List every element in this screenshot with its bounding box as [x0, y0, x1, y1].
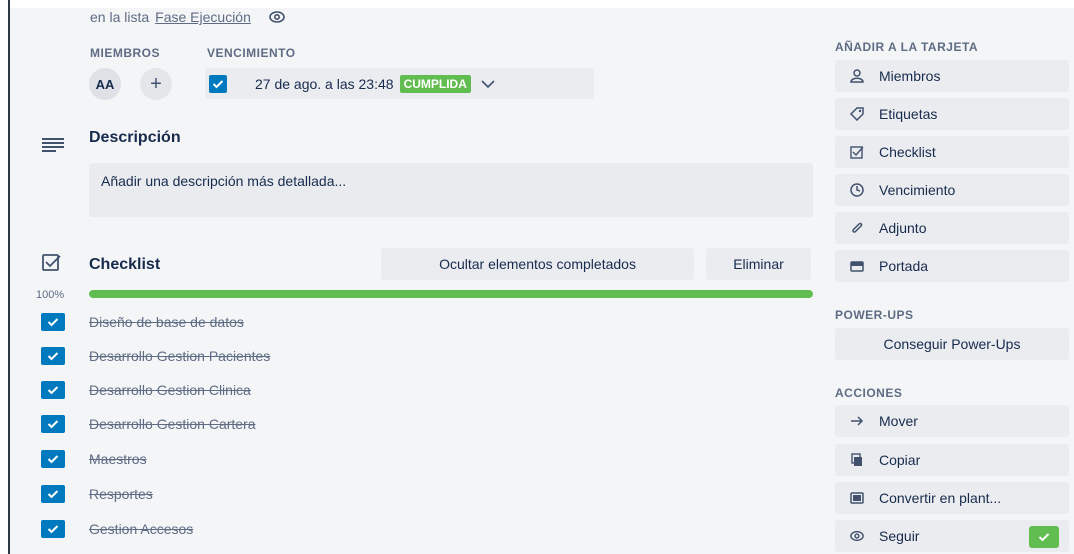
- item-text[interactable]: Diseño de base de datos: [89, 314, 244, 330]
- status-badge: CUMPLIDA: [399, 74, 471, 93]
- item-text[interactable]: Desarrollo Gestion Pacientes: [89, 348, 270, 364]
- checklist-item: Diseño de base de datos: [41, 312, 244, 332]
- check-icon: [47, 386, 59, 395]
- sidebar-button-label: Checklist: [879, 144, 936, 160]
- item-text[interactable]: Desarrollo Gestion Clinica: [89, 382, 251, 398]
- checklist-item: Gestion Accesos: [41, 519, 193, 539]
- powerups-title: POWER-UPS: [835, 308, 914, 322]
- check-icon: [212, 79, 224, 88]
- watching-eye-icon: [267, 10, 287, 24]
- tag-icon: [849, 106, 865, 122]
- due-label: VENCIMIENTO: [207, 46, 296, 60]
- sidebar-button-label: Etiquetas: [879, 106, 938, 122]
- checklist-item: Desarrollo Gestion Pacientes: [41, 346, 270, 366]
- add-member-button[interactable]: +: [140, 68, 172, 100]
- sidebar-button-checklist[interactable]: Checklist: [835, 136, 1069, 168]
- sidebar-button-adjunto[interactable]: Adjunto: [835, 212, 1069, 244]
- description-input[interactable]: Añadir una descripción más detallada...: [89, 163, 813, 217]
- description-icon: [42, 138, 64, 157]
- sidebar-button-vencimiento[interactable]: Vencimiento: [835, 174, 1069, 206]
- get-powerups-button[interactable]: Conseguir Power-Ups: [835, 328, 1069, 360]
- in-list-prefix: en la lista: [90, 9, 150, 25]
- item-text[interactable]: Gestion Accesos: [89, 521, 193, 537]
- members-label: MIEMBROS: [90, 46, 160, 60]
- top-edge: [0, 0, 1074, 8]
- description-title: Descripción: [89, 129, 181, 146]
- check-icon: [47, 525, 59, 534]
- item-checkbox[interactable]: [41, 415, 65, 433]
- item-checkbox[interactable]: [41, 313, 65, 331]
- check-icon: [47, 420, 59, 429]
- action-button-copiar[interactable]: Copiar: [835, 444, 1069, 476]
- checklist-item: Desarrollo Gestion Clinica: [41, 380, 251, 400]
- action-button-seguir[interactable]: Seguir: [835, 520, 1069, 552]
- checklist-item: Resportes: [41, 484, 153, 504]
- person-icon: [849, 68, 865, 84]
- cover-icon: [849, 258, 865, 274]
- item-checkbox[interactable]: [41, 520, 65, 538]
- sidebar-button-label: Miembros: [879, 68, 941, 84]
- item-checkbox[interactable]: [41, 381, 65, 399]
- progress-bar-fill: [89, 290, 813, 298]
- template-icon: [849, 490, 865, 506]
- left-edge: [0, 0, 10, 554]
- card-location: en la lista Fase Ejecución: [90, 9, 287, 25]
- action-button-label: Convertir en plant...: [879, 490, 1002, 506]
- checklist-title: Checklist: [89, 256, 161, 273]
- action-button-convertir-en-plant[interactable]: Convertir en plant...: [835, 482, 1069, 514]
- following-check-badge: [1029, 526, 1059, 548]
- sidebar-button-label: Portada: [879, 258, 929, 274]
- list-link[interactable]: Fase Ejecución: [155, 9, 251, 25]
- add-to-card-title: AÑADIR A LA TARJETA: [835, 40, 979, 54]
- item-checkbox[interactable]: [41, 450, 65, 468]
- checklist-item: Maestros: [41, 449, 147, 469]
- check-icon: [47, 352, 59, 361]
- progress-bar: [89, 290, 813, 298]
- hide-completed-button[interactable]: Ocultar elementos completados: [381, 248, 694, 280]
- eye-icon: [849, 528, 865, 544]
- action-button-label: Copiar: [879, 452, 921, 468]
- arrow-right-icon: [849, 413, 865, 429]
- due-date-text: 27 de ago. a las 23:48: [255, 75, 394, 92]
- sidebar-button-label: Vencimiento: [879, 182, 956, 198]
- actions-title: ACCIONES: [835, 386, 903, 400]
- clock-icon: [849, 182, 865, 198]
- check-icon: [1038, 533, 1050, 542]
- check-icon: [47, 318, 59, 327]
- item-checkbox[interactable]: [41, 347, 65, 365]
- checklist-item: Desarrollo Gestion Cartera: [41, 414, 256, 434]
- get-powerups-label: Conseguir Power-Ups: [883, 336, 1021, 352]
- item-text[interactable]: Desarrollo Gestion Cartera: [89, 416, 256, 432]
- action-button-mover[interactable]: Mover: [835, 405, 1069, 437]
- checklist-icon: [849, 144, 865, 160]
- delete-checklist-button[interactable]: Eliminar: [706, 248, 811, 280]
- avatar[interactable]: AA: [89, 68, 121, 100]
- sidebar-button-label: Adjunto: [879, 220, 927, 236]
- sidebar-button-etiquetas[interactable]: Etiquetas: [835, 98, 1069, 130]
- checklist-icon: [42, 254, 62, 277]
- sidebar-button-portada[interactable]: Portada: [835, 250, 1069, 282]
- check-icon: [47, 455, 59, 464]
- progress-percent: 100%: [36, 289, 65, 301]
- copy-icon: [849, 452, 865, 468]
- due-date-control[interactable]: 27 de ago. a las 23:48 CUMPLIDA: [205, 68, 594, 99]
- chevron-down-icon[interactable]: [481, 77, 495, 91]
- due-complete-checkbox[interactable]: [209, 74, 227, 93]
- sidebar-button-miembros[interactable]: Miembros: [835, 60, 1069, 92]
- item-text[interactable]: Maestros: [89, 451, 147, 467]
- item-text[interactable]: Resportes: [89, 486, 153, 502]
- item-checkbox[interactable]: [41, 485, 65, 503]
- action-button-label: Mover: [879, 413, 918, 429]
- paperclip-icon: [849, 220, 865, 236]
- check-icon: [47, 490, 59, 499]
- action-button-label: Seguir: [879, 528, 920, 544]
